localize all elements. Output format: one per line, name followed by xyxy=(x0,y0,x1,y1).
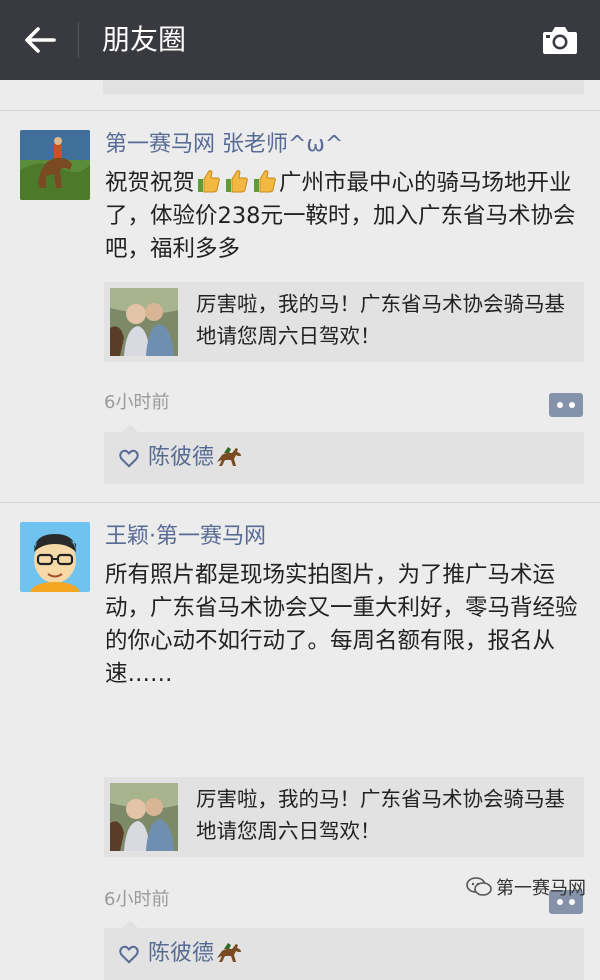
share-thumbnail xyxy=(110,288,178,356)
shared-link-card[interactable]: 厉害啦，我的马！广东省马术协会骑马基地请您周六日驾欢！ xyxy=(104,777,584,857)
horse-icon xyxy=(217,447,242,466)
cartoon-avatar-image xyxy=(20,522,90,592)
comment-button[interactable] xyxy=(548,392,584,418)
share-title: 厉害啦，我的马！广东省马术协会骑马基地请您周六日驾欢！ xyxy=(196,787,565,843)
liker-name-text: 陈彼德 xyxy=(148,445,215,470)
post-divider xyxy=(0,110,600,111)
post-divider xyxy=(0,502,600,503)
share-title: 厉害啦，我的马！广东省马术协会骑马基地请您周六日驾欢！ xyxy=(196,292,565,348)
liker-name[interactable]: 陈彼德 xyxy=(148,940,244,968)
heart-icon xyxy=(119,449,139,468)
avatar[interactable] xyxy=(20,522,90,592)
share-thumbnail-image xyxy=(110,783,178,851)
camera-icon xyxy=(543,27,577,54)
post-text: 所有照片都是现场实拍图片，为了推广马术运动，广东省马术协会又一重大利好，零马背经… xyxy=(105,562,578,687)
likes-bar: 陈彼德 xyxy=(104,920,584,980)
likes-bar-notch xyxy=(122,920,138,928)
thumbs-up-icon xyxy=(226,170,248,193)
previous-post-likes-tail xyxy=(103,80,584,94)
header-divider xyxy=(78,22,79,58)
page-title: 朋友圈 xyxy=(102,23,187,56)
heart-icon xyxy=(119,945,139,964)
camera-button[interactable] xyxy=(538,20,582,60)
top-navigation-bar: 朋友圈 xyxy=(0,0,600,80)
likes-bar: 陈彼德 xyxy=(104,424,584,484)
watermark: 第一赛马网 xyxy=(466,874,586,900)
thumbs-up-icon xyxy=(198,170,220,193)
shared-link-card[interactable]: 厉害啦，我的马！广东省马术协会骑马基地请您周六日驾欢！ xyxy=(104,282,584,362)
share-thumbnail-image xyxy=(110,288,178,356)
horse-icon xyxy=(217,943,242,962)
liker-name[interactable]: 陈彼德 xyxy=(148,444,244,472)
post-time: 6小时前 xyxy=(104,889,170,910)
likes-bar-notch xyxy=(122,424,138,432)
watermark-text: 第一赛马网 xyxy=(496,878,586,899)
horse-rider-avatar-image xyxy=(20,130,90,200)
post-text: 祝贺祝贺 广州市最中心的骑马场地开业了，体验价238元一鞍时，加入广东省马术协会吧… xyxy=(105,167,585,266)
back-button[interactable] xyxy=(18,20,62,60)
share-thumbnail xyxy=(110,783,178,851)
moments-feed[interactable]: 第一赛马网 张老师^ω^ 祝贺祝贺 广州市最中心的骑马场地开业了，体验价238元一… xyxy=(0,80,600,980)
arrow-left-icon xyxy=(25,27,56,53)
author-name[interactable]: 第一赛马网 张老师^ω^ xyxy=(105,130,343,160)
wechat-icon xyxy=(466,877,492,896)
liker-name-text: 陈彼德 xyxy=(148,941,215,966)
post-time: 6小时前 xyxy=(104,392,170,413)
author-name[interactable]: 王颖·第一赛马网 xyxy=(105,522,266,552)
post-text-prefix: 祝贺祝贺 xyxy=(105,170,196,196)
avatar[interactable] xyxy=(20,130,90,200)
thumbs-up-icon xyxy=(254,170,276,193)
